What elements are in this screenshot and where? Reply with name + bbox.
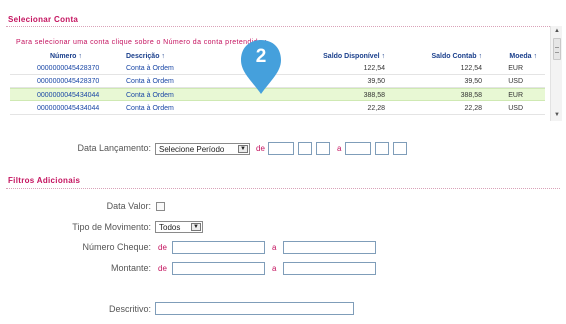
section-divider: [6, 26, 560, 27]
numero-cheque-to-input[interactable]: [283, 241, 376, 254]
montante-label: Montante:: [110, 263, 151, 273]
account-description: Conta à Ordem: [126, 92, 174, 99]
tipo-movimento-label: Tipo de Movimento:: [72, 222, 151, 232]
saldo-disponivel: 22,28: [367, 105, 385, 112]
scroll-up-icon[interactable]: ▲: [551, 26, 563, 36]
saldo-disponivel: 122,54: [363, 65, 385, 72]
account-instruction: Para selecionar uma conta clique sobre o…: [16, 39, 267, 46]
moeda: USD: [508, 105, 523, 112]
scroll-thumb[interactable]: [553, 38, 561, 60]
numero-cheque-label: Número Cheque:: [82, 242, 151, 252]
saldo-disponivel: 388,58: [363, 92, 385, 99]
data-lancamento-label: Data Lançamento:: [77, 143, 151, 153]
account-description: Conta à Ordem: [126, 78, 174, 85]
data-valor-label: Data Valor:: [106, 201, 151, 211]
account-number-link[interactable]: 0000000045434044: [37, 92, 99, 99]
section-title-filtros-adicionais: Filtros Adicionais: [8, 176, 81, 185]
saldo-contab: 388,58: [460, 92, 482, 99]
date-a-label: a: [337, 144, 342, 153]
date-from-day[interactable]: [268, 142, 294, 155]
numero-cheque-from-input[interactable]: [172, 241, 265, 254]
header-saldo-contab[interactable]: Saldo Contab ↑: [431, 53, 482, 60]
step-marker-number: 2: [255, 46, 267, 67]
date-to-day[interactable]: [345, 142, 371, 155]
account-number-link[interactable]: 0000000045428370: [37, 65, 99, 72]
saldo-disponivel: 39,50: [367, 78, 385, 85]
header-moeda[interactable]: Moeda ↑: [509, 53, 537, 60]
header-descricao[interactable]: Descrição ↑: [126, 53, 165, 60]
account-description: Conta à Ordem: [126, 105, 174, 112]
date-de-label: de: [256, 144, 265, 153]
account-number-link[interactable]: 0000000045428370: [37, 78, 99, 85]
header-numero[interactable]: Número ↑: [50, 53, 82, 60]
montante-a-label: a: [272, 264, 277, 273]
montante-to-input[interactable]: [283, 262, 376, 275]
account-description: Conta à Ordem: [126, 65, 174, 72]
data-valor-checkbox[interactable]: [156, 202, 165, 211]
moeda: EUR: [508, 92, 523, 99]
montante-de-label: de: [158, 264, 167, 273]
periodo-select-value: Selecione Período: [159, 145, 225, 154]
dropdown-arrow-icon[interactable]: ▼: [191, 223, 201, 231]
section-title-selecionar-conta: Selecionar Conta: [8, 15, 79, 24]
descritivo-label: Descritivo:: [108, 304, 151, 314]
montante-from-input[interactable]: [172, 262, 265, 275]
moeda: USD: [508, 78, 523, 85]
date-to-month[interactable]: [375, 142, 389, 155]
date-from-month[interactable]: [298, 142, 312, 155]
periodo-select[interactable]: Selecione Período ▼: [155, 143, 250, 155]
saldo-contab: 122,54: [460, 65, 482, 72]
moeda: EUR: [508, 65, 523, 72]
cheque-de-label: de: [158, 243, 167, 252]
saldo-contab: 22,28: [464, 105, 482, 112]
dropdown-arrow-icon[interactable]: ▼: [238, 145, 248, 153]
cheque-a-label: a: [272, 243, 277, 252]
account-number-link[interactable]: 0000000045434044: [37, 105, 99, 112]
saldo-contab: 39,50: [464, 78, 482, 85]
header-saldo-disponivel[interactable]: Saldo Disponível ↑: [323, 53, 385, 60]
section-divider: [6, 188, 560, 189]
date-to-year[interactable]: [393, 142, 407, 155]
table-row[interactable]: 0000000045434044 Conta à Ordem 22,28 22,…: [10, 102, 545, 115]
date-from-year[interactable]: [316, 142, 330, 155]
scroll-down-icon[interactable]: ▼: [551, 110, 563, 120]
step-marker-pin: 2: [238, 38, 284, 96]
tipo-movimento-value: Todos: [159, 223, 181, 232]
table-scrollbar[interactable]: ▲ ▼: [550, 26, 562, 121]
tipo-movimento-select[interactable]: Todos ▼: [155, 221, 203, 233]
descritivo-input[interactable]: [155, 302, 354, 315]
